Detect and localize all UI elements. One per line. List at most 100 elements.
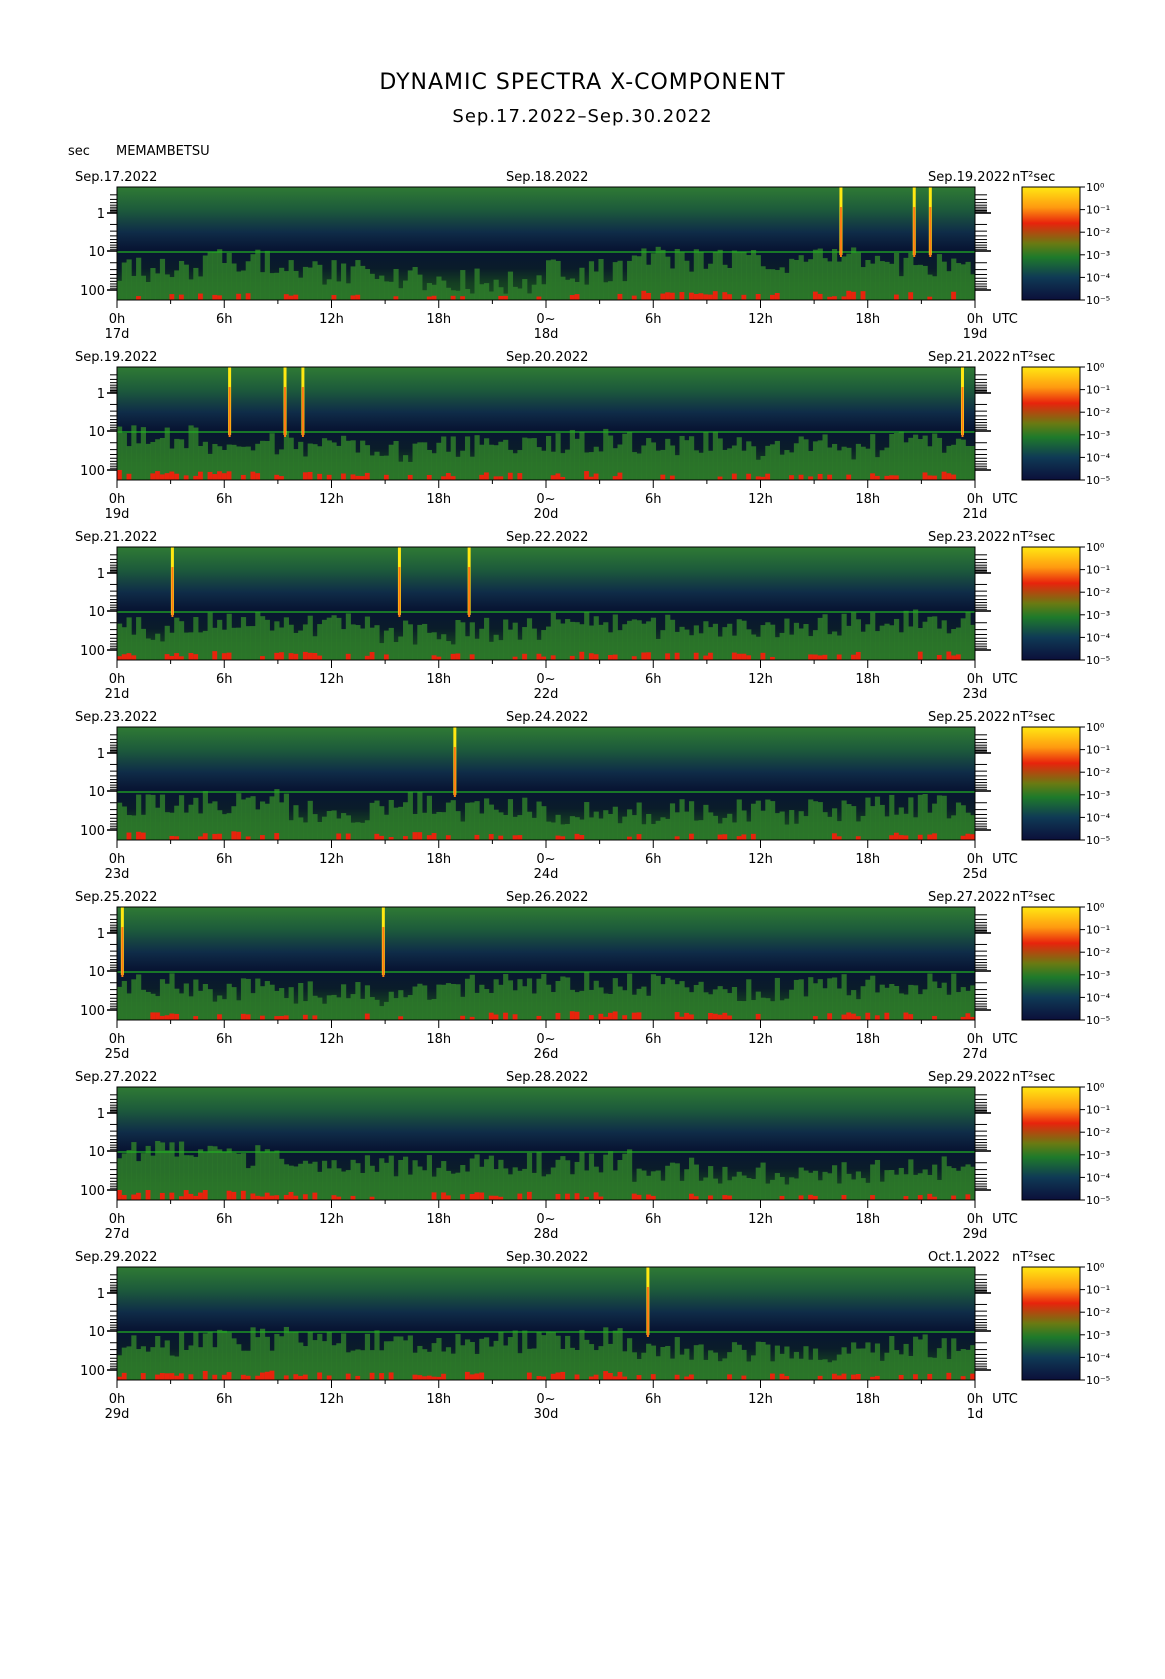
- activity-cell: [226, 252, 232, 300]
- activity-hotspot: [636, 1194, 642, 1200]
- activity-hotspot: [498, 476, 504, 480]
- activity-hotspot: [155, 1374, 161, 1380]
- colorbar-tick-label: 10⁻²: [1086, 766, 1110, 779]
- activity-cell: [674, 1337, 680, 1380]
- activity-cell: [889, 263, 895, 300]
- activity-cell: [488, 641, 494, 660]
- activity-cell: [150, 1347, 156, 1380]
- activity-cell: [522, 279, 528, 300]
- activity-hotspot: [279, 652, 285, 660]
- activity-hotspot: [913, 1374, 919, 1380]
- x-tick-label: 6h: [645, 852, 662, 867]
- activity-hotspot: [298, 1375, 304, 1380]
- activity-cell: [584, 284, 590, 300]
- activity-cell: [321, 1341, 328, 1380]
- activity-cell: [851, 459, 857, 480]
- activity-hotspot: [579, 835, 585, 840]
- y-tick-label: 100: [80, 464, 105, 479]
- activity-cell: [269, 984, 275, 1020]
- activity-hotspot: [808, 654, 814, 660]
- activity-cell: [403, 280, 409, 300]
- activity-cell: [703, 804, 709, 840]
- activity-hotspot: [155, 1012, 161, 1020]
- activity-hotspot: [526, 1191, 533, 1200]
- activity-cell: [955, 802, 962, 840]
- activity-cell: [917, 794, 923, 840]
- activity-hotspot: [117, 469, 123, 480]
- activity-hotspot: [379, 1373, 385, 1380]
- activity-hotspot: [460, 1194, 466, 1200]
- activity-cell: [579, 1329, 585, 1380]
- activity-hotspot: [746, 655, 752, 660]
- activity-hotspot: [812, 291, 819, 300]
- x-tick-label: 0~: [536, 492, 555, 507]
- activity-hotspot: [927, 475, 933, 480]
- activity-cell: [464, 802, 471, 840]
- activity-cell: [731, 1342, 738, 1380]
- activity-cell: [812, 441, 819, 480]
- activity-cell: [560, 276, 566, 300]
- activity-cell: [293, 1331, 299, 1380]
- activity-cell: [288, 260, 294, 300]
- activity-hotspot: [722, 1012, 728, 1020]
- colorbar-tick-label: 10⁰: [1086, 721, 1105, 734]
- activity-hotspot: [627, 836, 633, 840]
- activity-cell: [174, 270, 180, 300]
- activity-hotspot: [750, 833, 757, 840]
- activity-hotspot: [727, 1374, 733, 1380]
- activity-cell: [951, 1168, 957, 1200]
- activity-hotspot: [274, 652, 280, 660]
- activity-cell: [455, 456, 461, 480]
- x-tick-label: 12h: [748, 672, 773, 687]
- activity-hotspot: [593, 1192, 599, 1200]
- activity-hotspot: [159, 1192, 166, 1200]
- activity-hotspot: [717, 1014, 723, 1020]
- activity-cell: [665, 818, 671, 840]
- activity-cell: [436, 276, 442, 300]
- activity-hotspot: [407, 474, 413, 480]
- activity-cell: [493, 979, 499, 1020]
- x-tick-label: 18h: [426, 312, 451, 327]
- y-tick-label: 1: [97, 747, 105, 762]
- activity-hotspot: [231, 1191, 237, 1200]
- activity-cell: [846, 1173, 852, 1200]
- activity-cell: [560, 976, 566, 1020]
- activity-cell: [717, 1183, 723, 1200]
- activity-cell: [221, 999, 228, 1020]
- activity-hotspot: [946, 473, 952, 480]
- activity-cell: [617, 823, 623, 840]
- x-tick-label: 6h: [216, 1032, 233, 1047]
- activity-cell: [879, 804, 885, 840]
- activity-cell: [526, 978, 533, 1020]
- activity-hotspot: [689, 1374, 695, 1380]
- activity-hotspot: [588, 653, 595, 660]
- activity-cell: [417, 983, 423, 1020]
- activity-cell: [708, 263, 714, 300]
- activity-cell: [193, 979, 199, 1020]
- activity-cell: [245, 1350, 251, 1380]
- activity-cell: [832, 977, 838, 1020]
- activity-hotspot: [426, 474, 432, 480]
- activity-hotspot: [212, 651, 218, 660]
- activity-cell: [631, 255, 637, 300]
- activity-hotspot: [517, 835, 523, 840]
- activity-cell: [717, 636, 723, 660]
- activity-cell: [460, 821, 466, 840]
- activity-cell: [703, 992, 709, 1020]
- activity-hotspot: [736, 653, 742, 660]
- activity-cell: [660, 630, 666, 660]
- activity-cell: [631, 619, 637, 660]
- activity-cell: [341, 1171, 347, 1200]
- activity-hotspot: [851, 291, 857, 300]
- activity-hotspot: [341, 473, 347, 480]
- activity-hotspot: [121, 654, 127, 660]
- activity-hotspot: [917, 834, 923, 840]
- activity-cell: [422, 623, 428, 660]
- activity-hotspot: [755, 1013, 761, 1020]
- colorbar-tick-label: 10⁻¹: [1086, 204, 1110, 217]
- activity-cell: [484, 798, 490, 840]
- activity-hotspot: [445, 835, 452, 840]
- x-tick-label: 0h: [967, 1032, 984, 1047]
- activity-hotspot: [712, 1013, 718, 1020]
- activity-cell: [598, 451, 604, 480]
